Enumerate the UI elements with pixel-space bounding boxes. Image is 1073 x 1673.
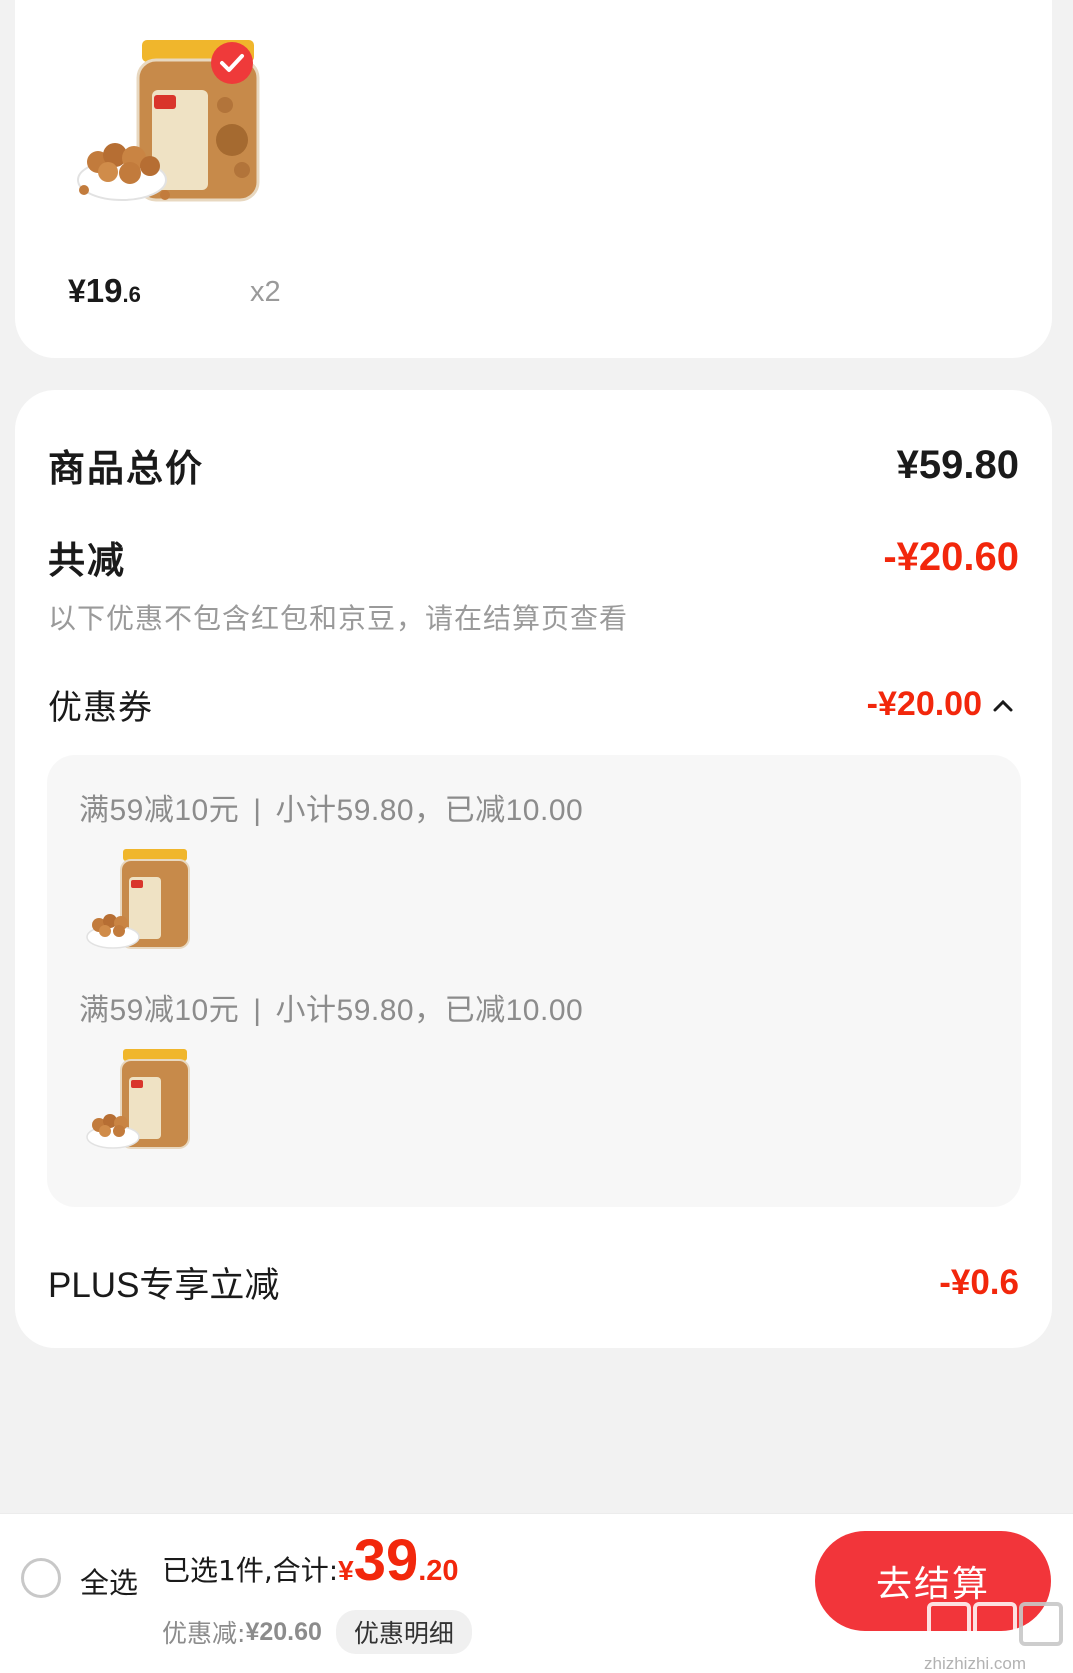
reduce-value: -¥20.60 <box>883 534 1019 579</box>
discount-hint: 以下优惠不包含红包和京豆，请在结算页查看 <box>48 602 629 635</box>
price-summary-card: 商品总价 ¥59.80 共减 -¥20.60 以下优惠不包含红包和京豆，请在结算… <box>15 390 1052 1348</box>
watermark-logo: zhizhizhi.com <box>920 1598 1070 1673</box>
coupon-detail: 小计59.80，已减10.00 <box>275 794 584 827</box>
separator: | <box>253 794 262 827</box>
watermark-text: zhizhizhi.com <box>924 1654 1027 1673</box>
product-quantity: x2 <box>250 276 281 308</box>
coupon-amount[interactable]: -¥20.00 <box>867 685 1014 724</box>
total-decimal: .20 <box>418 1555 459 1587</box>
selected-check-icon[interactable] <box>211 42 253 84</box>
select-all-radio[interactable] <box>21 1558 61 1598</box>
coupon-rule-line: 满59减10元 | 小计59.80，已减10.00 <box>79 985 583 1029</box>
coupon-value: -¥20.00 <box>866 685 982 723</box>
reduce-label: 共减 <box>48 539 126 582</box>
selected-total: 已选1件,合计: ¥ 39 .20 <box>162 1532 459 1590</box>
coupon-rule-line: 满59减10元 | 小计59.80，已减10.00 <box>79 785 583 829</box>
coupon-rule: 满59减10元 <box>79 994 240 1027</box>
checkout-bar: 全选 已选1件,合计: ¥ 39 .20 优惠减: ¥20.60 优惠明细 去结… <box>0 1513 1073 1673</box>
price-symbol: ¥ <box>68 273 86 309</box>
price-decimal: .6 <box>122 282 141 307</box>
coupon-label: 优惠券 <box>48 688 153 728</box>
separator: | <box>253 994 262 1027</box>
price-integer: 19 <box>85 272 123 309</box>
plus-row: PLUS专享立减 -¥0.6 <box>48 1257 1019 1308</box>
product-image[interactable] <box>70 30 295 220</box>
chevron-up-icon[interactable] <box>992 697 1014 713</box>
product-card: ¥ 19 .6 x2 <box>15 0 1052 358</box>
coupon-row[interactable]: 优惠券 -¥20.00 <box>48 680 1014 729</box>
coupon-rule: 满59减10元 <box>79 794 240 827</box>
coupon-product-image[interactable] <box>83 845 203 955</box>
coupon-detail-panel: 满59减10元 | 小计59.80，已减10.00 满59减10元 | 小计59.80，… <box>47 755 1021 1207</box>
discount-summary: 优惠减: ¥20.60 优惠明细 <box>162 1610 472 1654</box>
select-all-label[interactable]: 全选 <box>80 1560 138 1602</box>
cart-page: ¥ 19 .6 x2 商品总价 ¥59.80 共减 -¥20.60 以下优惠不包… <box>0 0 1073 1673</box>
watermark-icon <box>927 1602 1063 1646</box>
selected-text: 已选1件,合计: <box>162 1554 339 1587</box>
total-integer: 39 <box>353 1528 419 1593</box>
coupon-detail: 小计59.80，已减10.00 <box>275 994 584 1027</box>
discount-detail-button[interactable]: 优惠明细 <box>335 1610 472 1654</box>
total-value: ¥59.80 <box>896 442 1019 487</box>
total-row: 商品总价 ¥59.80 <box>48 438 1019 492</box>
total-symbol: ¥ <box>338 1555 354 1586</box>
discount-value: ¥20.60 <box>245 1617 322 1646</box>
coupon-product-image[interactable] <box>83 1045 203 1155</box>
plus-value: -¥0.6 <box>939 1262 1019 1302</box>
product-price: ¥ 19 .6 <box>68 272 141 310</box>
plus-label: PLUS专享立减 <box>48 1266 280 1305</box>
reduce-row: 共减 -¥20.60 <box>48 530 1019 584</box>
total-label: 商品总价 <box>48 447 204 490</box>
discount-text: 优惠减: <box>162 1619 246 1648</box>
